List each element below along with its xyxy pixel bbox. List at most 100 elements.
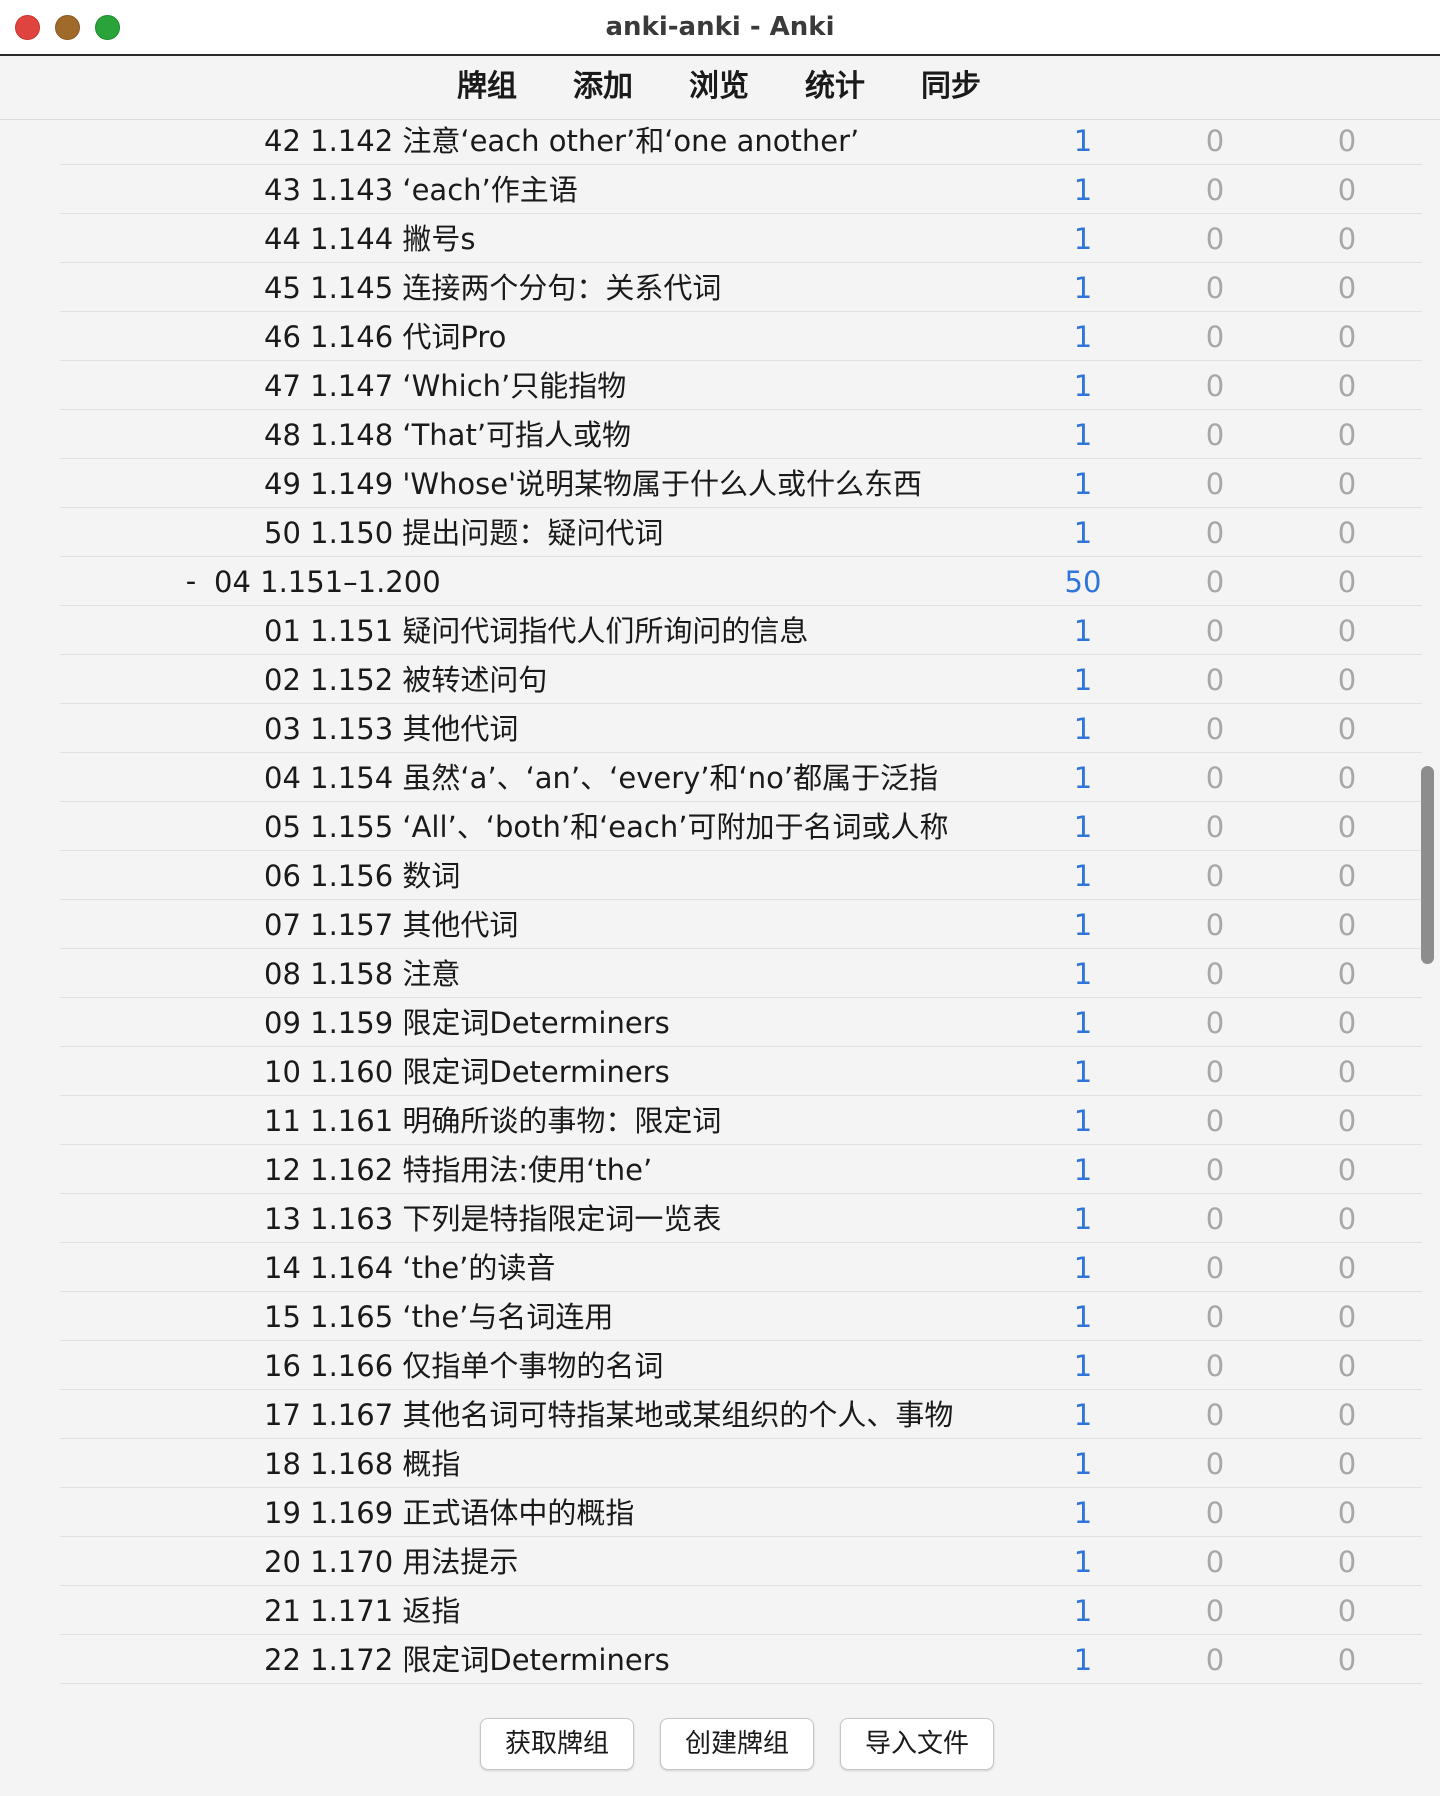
deck-list-scrollbar[interactable] [1421, 766, 1434, 964]
deck-row[interactable]: 12 1.162 特指用法:使用‘the’ 1 0 0 [60, 1145, 1422, 1194]
deck-row[interactable]: 42 1.142 注意‘each other’和‘one another’ 1 0 0 [60, 122, 1422, 165]
learn-count: 0 [1205, 1496, 1225, 1530]
deck-name[interactable]: 06 1.156 数词 [264, 851, 1010, 900]
deck-row[interactable]: 43 1.143 ‘each’作主语 1 0 0 [60, 165, 1422, 214]
deck-name[interactable]: 07 1.157 其他代词 [264, 900, 1010, 949]
deck-row[interactable]: 16 1.166 仅指单个事物的名词 1 0 0 [60, 1341, 1422, 1390]
deck-name[interactable]: 02 1.152 被转述问句 [264, 655, 1010, 704]
new-count: 1 [1073, 1545, 1093, 1579]
toolbar-sync-button[interactable]: 同步 [906, 56, 996, 118]
deck-name[interactable]: 01 1.151 疑问代词指代人们所询问的信息 [264, 606, 1010, 655]
deck-name[interactable]: 17 1.167 其他名词可特指某地或某组织的个人、事物 [264, 1390, 1010, 1439]
deck-row[interactable]: 21 1.171 返指 1 0 0 [60, 1586, 1422, 1635]
learn-count: 0 [1205, 761, 1225, 795]
new-count: 1 [1073, 222, 1093, 256]
deck-list: 42 1.142 注意‘each other’和‘one another’ 1 0 0… [60, 122, 1422, 1692]
anki-main-window: anki-anki - Anki 牌组 添加 浏览 统计 同步 42 1.142… [0, 0, 1440, 1796]
deck-name[interactable]: 04 1.154 虽然‘a’、‘an’、‘every’和‘no’都属于泛指 [264, 753, 1010, 802]
deck-row[interactable]: 06 1.156 数词 1 0 0 [60, 851, 1422, 900]
new-count: 1 [1073, 1300, 1093, 1334]
deck-name[interactable]: 19 1.169 正式语体中的概指 [264, 1488, 1010, 1537]
deck-name[interactable]: 16 1.166 仅指单个事物的名词 [264, 1341, 1010, 1390]
deck-row[interactable]: 49 1.149 'Whose'说明某物属于什么人或什么东西 1 0 0 [60, 459, 1422, 508]
import-file-button[interactable]: 导入文件 [840, 1718, 994, 1770]
deck-name[interactable]: 18 1.168 概指 [264, 1439, 1010, 1488]
deck-row[interactable]: 44 1.144 撇号s 1 0 0 [60, 214, 1422, 263]
due-count: 0 [1337, 418, 1357, 452]
due-count: 0 [1337, 810, 1357, 844]
deck-row[interactable]: 18 1.168 概指 1 0 0 [60, 1439, 1422, 1488]
collapse-toggle[interactable]: - [179, 557, 203, 606]
deck-row[interactable]: 08 1.158 注意 1 0 0 [60, 949, 1422, 998]
deck-row[interactable]: 02 1.152 被转述问句 1 0 0 [60, 655, 1422, 704]
new-count: 1 [1073, 1496, 1093, 1530]
due-count: 0 [1337, 908, 1357, 942]
due-count: 0 [1337, 271, 1357, 305]
learn-count: 0 [1205, 1251, 1225, 1285]
deck-row[interactable]: 15 1.165 ‘the’与名词连用 1 0 0 [60, 1292, 1422, 1341]
deck-row[interactable]: 09 1.159 限定词Determiners 1 0 0 [60, 998, 1422, 1047]
due-count: 0 [1337, 1300, 1357, 1334]
learn-count: 0 [1205, 271, 1225, 305]
deck-name[interactable]: 09 1.159 限定词Determiners [264, 998, 1010, 1047]
deck-name[interactable]: 49 1.149 'Whose'说明某物属于什么人或什么东西 [264, 459, 1010, 508]
deck-name[interactable]: 22 1.172 限定词Determiners [264, 1635, 1010, 1684]
deck-row[interactable]: 48 1.148 ‘That’可指人或物 1 0 0 [60, 410, 1422, 459]
window-title: anki-anki - Anki [605, 12, 835, 42]
deck-name[interactable]: 46 1.146 代词Pro [264, 312, 1010, 361]
deck-name[interactable]: 47 1.147 ‘Which’只能指物 [264, 361, 1010, 410]
deck-row[interactable]: 11 1.161 明确所谈的事物：限定词 1 0 0 [60, 1096, 1422, 1145]
deck-name[interactable]: 21 1.171 返指 [264, 1586, 1010, 1635]
deck-name[interactable]: 12 1.162 特指用法:使用‘the’ [264, 1145, 1010, 1194]
new-count: 1 [1073, 957, 1093, 991]
deck-name[interactable]: 05 1.155 ‘All’、‘both’和‘each’可附加于名词或人称 [264, 802, 1010, 851]
toolbar-add-button[interactable]: 添加 [558, 56, 648, 118]
learn-count: 0 [1205, 516, 1225, 550]
toolbar-browse-button[interactable]: 浏览 [674, 56, 764, 118]
deck-name[interactable]: 15 1.165 ‘the’与名词连用 [264, 1292, 1010, 1341]
deck-row[interactable]: 03 1.153 其他代词 1 0 0 [60, 704, 1422, 753]
learn-count: 0 [1205, 614, 1225, 648]
deck-row[interactable]: 07 1.157 其他代词 1 0 0 [60, 900, 1422, 949]
deck-row[interactable]: 05 1.155 ‘All’、‘both’和‘each’可附加于名词或人称 1 0 0 [60, 802, 1422, 851]
deck-row-parent[interactable]: -04 1.151–1.200 50 0 0 [60, 557, 1422, 606]
deck-row[interactable]: 47 1.147 ‘Which’只能指物 1 0 0 [60, 361, 1422, 410]
deck-name[interactable]: 42 1.142 注意‘each other’和‘one another’ [264, 122, 1010, 165]
deck-name[interactable]: 20 1.170 用法提示 [264, 1537, 1010, 1586]
deck-row[interactable]: 45 1.145 连接两个分句：关系代词 1 0 0 [60, 263, 1422, 312]
deck-name[interactable]: 50 1.150 提出问题：疑问代词 [264, 508, 1010, 557]
new-count: 1 [1073, 1104, 1093, 1138]
deck-row[interactable]: 13 1.163 下列是特指限定词一览表 1 0 0 [60, 1194, 1422, 1243]
deck-name[interactable]: 14 1.164 ‘the’的读音 [264, 1243, 1010, 1292]
deck-name[interactable]: 13 1.163 下列是特指限定词一览表 [264, 1194, 1010, 1243]
deck-name[interactable]: 44 1.144 撇号s [264, 214, 1010, 263]
deck-row[interactable]: 19 1.169 正式语体中的概指 1 0 0 [60, 1488, 1422, 1537]
get-shared-decks-button[interactable]: 获取牌组 [480, 1718, 634, 1770]
learn-count: 0 [1205, 222, 1225, 256]
new-count: 1 [1073, 1398, 1093, 1432]
deck-name[interactable]: 11 1.161 明确所谈的事物：限定词 [264, 1096, 1010, 1145]
deck-name[interactable]: 48 1.148 ‘That’可指人或物 [264, 410, 1010, 459]
deck-name[interactable]: 04 1.151–1.200 [214, 557, 1014, 606]
deck-row[interactable]: 20 1.170 用法提示 1 0 0 [60, 1537, 1422, 1586]
create-deck-button[interactable]: 创建牌组 [660, 1718, 814, 1770]
due-count: 0 [1337, 957, 1357, 991]
toolbar-decks-button[interactable]: 牌组 [442, 56, 532, 118]
deck-name[interactable]: 45 1.145 连接两个分句：关系代词 [264, 263, 1010, 312]
new-count: 1 [1073, 418, 1093, 452]
deck-name[interactable]: 43 1.143 ‘each’作主语 [264, 165, 1010, 214]
deck-row[interactable]: 46 1.146 代词Pro 1 0 0 [60, 312, 1422, 361]
due-count: 0 [1337, 1153, 1357, 1187]
deck-name[interactable]: 08 1.158 注意 [264, 949, 1010, 998]
deck-row[interactable]: 17 1.167 其他名词可特指某地或某组织的个人、事物 1 0 0 [60, 1390, 1422, 1439]
deck-row[interactable]: 01 1.151 疑问代词指代人们所询问的信息 1 0 0 [60, 606, 1422, 655]
deck-row[interactable]: 22 1.172 限定词Determiners 1 0 0 [60, 1635, 1422, 1684]
deck-row[interactable]: 14 1.164 ‘the’的读音 1 0 0 [60, 1243, 1422, 1292]
deck-name[interactable]: 03 1.153 其他代词 [264, 704, 1010, 753]
deck-row[interactable]: 10 1.160 限定词Determiners 1 0 0 [60, 1047, 1422, 1096]
deck-row[interactable]: 04 1.154 虽然‘a’、‘an’、‘every’和‘no’都属于泛指 1 0 0 [60, 753, 1422, 802]
learn-count: 0 [1205, 565, 1225, 599]
deck-name[interactable]: 10 1.160 限定词Determiners [264, 1047, 1010, 1096]
toolbar-stats-button[interactable]: 统计 [790, 56, 880, 118]
deck-row[interactable]: 50 1.150 提出问题：疑问代词 1 0 0 [60, 508, 1422, 557]
